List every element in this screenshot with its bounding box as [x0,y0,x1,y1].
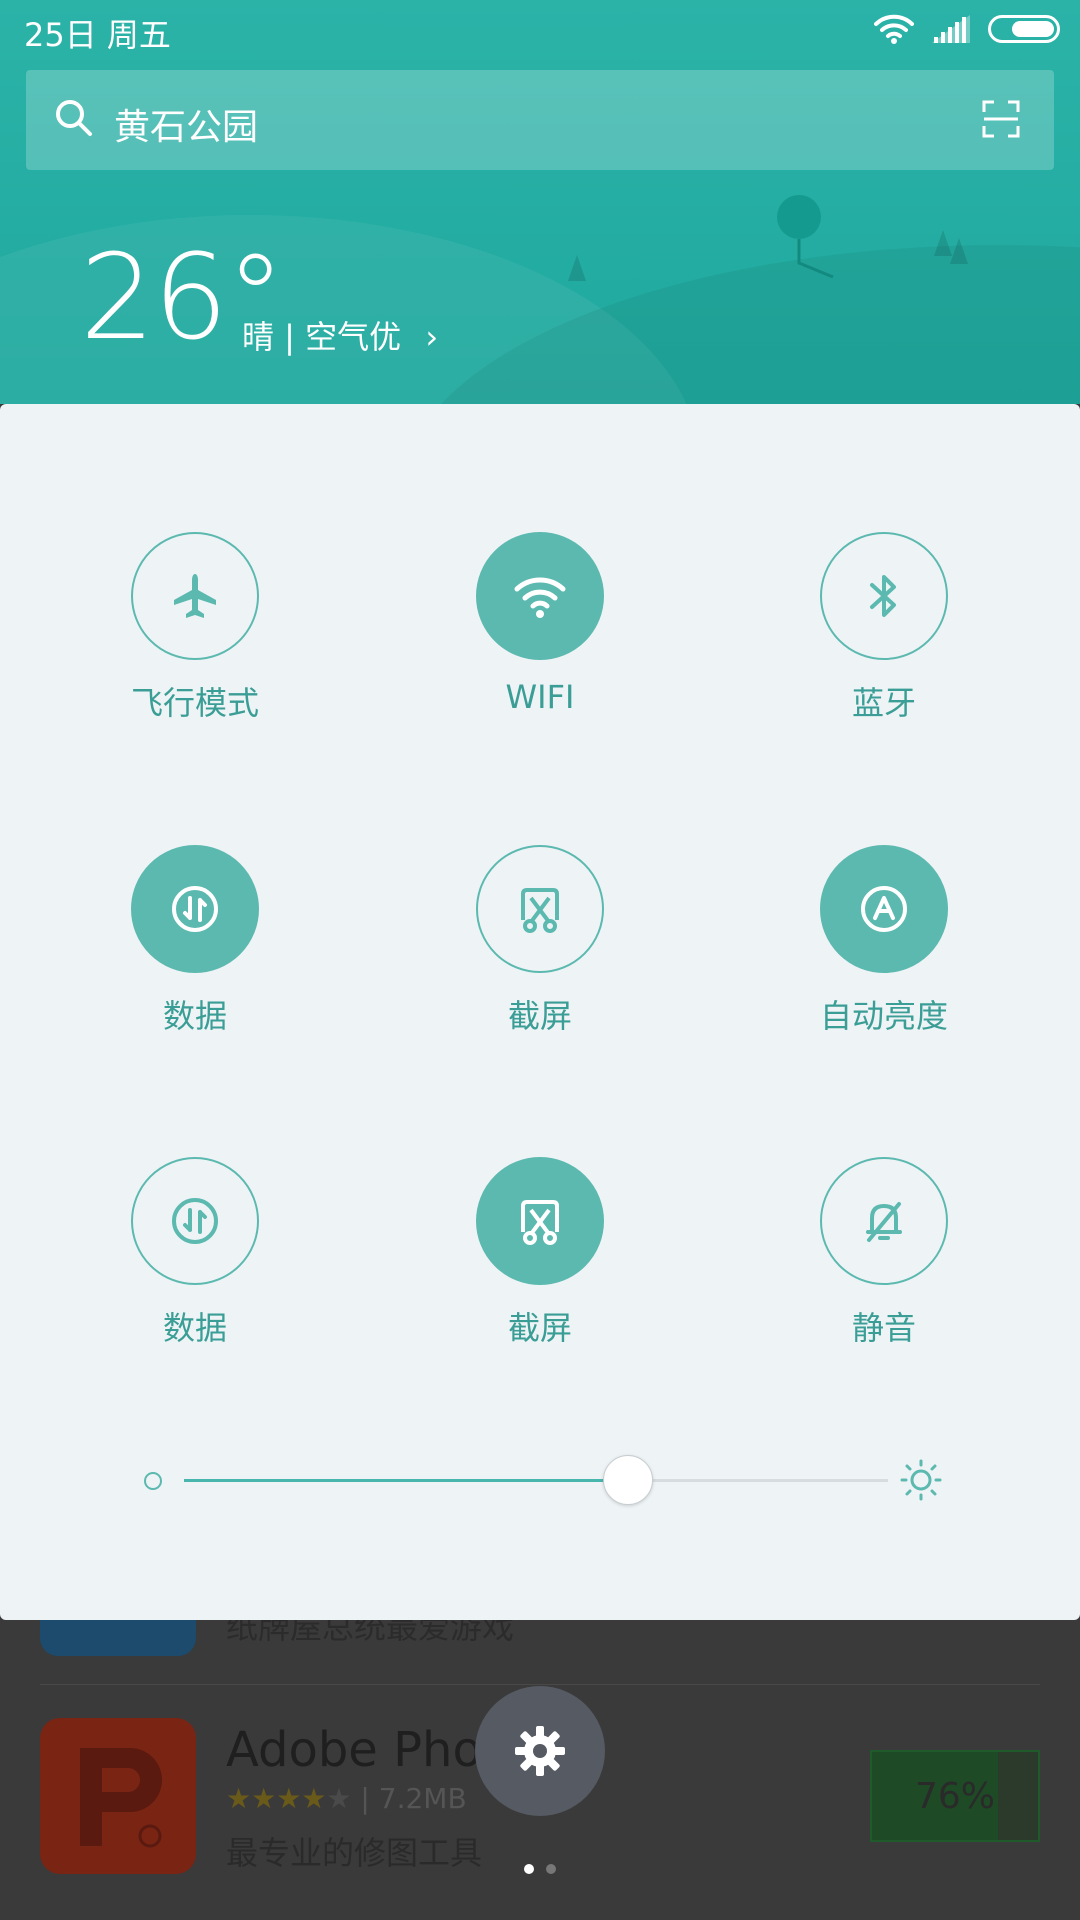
page-indicator [524,1864,556,1874]
battery-icon [988,15,1060,43]
search-bar[interactable]: 黄石公园 [26,70,1054,170]
toggle-mute[interactable]: 静音 [784,1157,984,1349]
page-dot [546,1864,556,1874]
download-progress: 76% [870,1750,1040,1842]
toggle-label: WIFI [505,678,575,716]
weather-condition: 晴 | 空气优 [242,318,402,356]
search-input[interactable]: 黄石公园 [114,98,258,150]
data-toggle-button[interactable] [131,1157,259,1285]
data-icon [172,1198,218,1244]
scan-icon[interactable] [982,100,1020,138]
status-bar: 25日 周五 [0,0,1080,60]
signal-icon [932,15,970,43]
gear-icon [515,1726,565,1776]
brightness-track[interactable] [184,1455,888,1505]
wifi-icon [514,577,566,618]
toggle-wifi[interactable]: WIFI [440,532,640,716]
airplane-icon [174,574,216,618]
brightness-knob[interactable] [602,1455,653,1505]
toggle-label: 飞行模式 [130,684,259,722]
screenshot-toggle-button[interactable] [476,1157,604,1285]
brightness-slider[interactable] [140,1455,942,1505]
data-icon [172,886,218,932]
weather-description[interactable]: 晴 | 空气优 › [242,312,438,358]
divider [40,1684,1040,1685]
toggle-screenshot[interactable]: 截屏 [440,845,640,1037]
chevron-right-icon: › [425,318,439,356]
status-time: 25日 周五 [24,16,171,54]
bluetooth-toggle-button[interactable] [820,532,948,660]
toggle-label: 数据 [162,1309,227,1347]
weather-header: 25日 周五 黄石公园 26° 晴 | 空气优 › [0,0,1080,404]
auto-brightness-toggle-button[interactable] [820,845,948,973]
balloon-decoration [777,195,834,279]
tree-decoration [950,238,968,264]
download-progress-text: 76% [914,1776,995,1817]
bluetooth-icon [870,575,896,617]
mute-toggle-button[interactable] [820,1157,948,1285]
toggle-label: 蓝牙 [851,684,916,722]
toggle-label: 截屏 [507,1309,572,1347]
star-rating: ★★★★ [226,1782,327,1815]
toggle-airplane-mode[interactable]: 飞行模式 [95,532,295,724]
app-icon [40,1718,196,1874]
wifi-status-icon [874,14,914,44]
airplane-toggle-button[interactable] [131,532,259,660]
screenshot-toggle-button[interactable] [476,845,604,973]
toggle-screenshot-2[interactable]: 截屏 [440,1157,640,1349]
page-dot [524,1864,534,1874]
app-size: | 7.2MB [351,1782,467,1815]
toggle-label: 数据 [162,997,227,1035]
search-icon [56,100,92,136]
wifi-toggle-button[interactable] [476,532,604,660]
toggle-bluetooth[interactable]: 蓝牙 [784,532,984,724]
star-empty: ★ [326,1782,352,1815]
brightness-high-icon [900,1459,942,1501]
toggle-label: 自动亮度 [819,997,948,1035]
auto-brightness-icon [861,886,907,932]
toggle-auto-brightness[interactable]: 自动亮度 [784,845,984,1037]
brightness-low-icon [144,1472,162,1490]
data-toggle-button[interactable] [131,845,259,973]
screenshot-icon [521,1200,559,1245]
mute-icon [866,1202,902,1242]
toggle-label: 截屏 [507,997,572,1035]
brightness-fill [184,1479,628,1482]
screenshot-icon [521,888,559,933]
toggle-data-2[interactable]: 数据 [95,1157,295,1349]
app-rating: ★★★★★ | 7.2MB [226,1782,467,1815]
settings-button[interactable] [475,1686,605,1816]
toggle-label: 静音 [851,1309,916,1347]
app-description: 最专业的修图工具 [226,1834,483,1872]
tree-decoration [568,255,586,281]
toggle-data[interactable]: 数据 [95,845,295,1037]
photoshop-express-icon [80,1748,162,1848]
